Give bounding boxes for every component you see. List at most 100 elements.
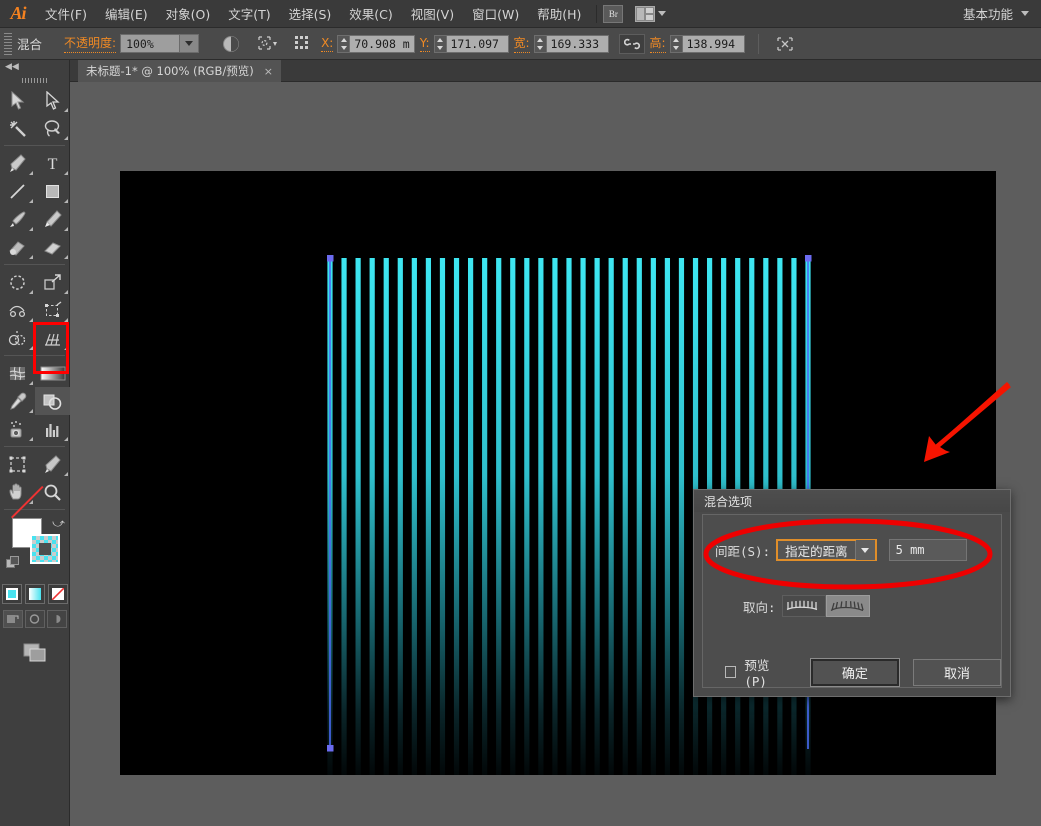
rotate-tool[interactable] [0, 268, 35, 296]
y-field[interactable]: 171.097 [433, 34, 509, 53]
eyedropper-tool[interactable] [0, 387, 35, 415]
tool-more-indicator [64, 108, 68, 112]
control-bar-grip[interactable] [4, 32, 12, 55]
chevron-down-icon[interactable] [855, 540, 875, 560]
blend-mode-icon[interactable] [219, 32, 243, 56]
menu-select[interactable]: 选择(S) [280, 0, 341, 28]
width-input[interactable]: 169.333 [546, 34, 609, 53]
ok-button[interactable]: 确定 [809, 657, 900, 687]
stroke-swatch[interactable] [30, 534, 60, 564]
cancel-button[interactable]: 取消 [912, 658, 1001, 686]
pen-tool[interactable] [0, 149, 35, 177]
drawing-mode-buttons [0, 610, 69, 628]
shape-builder-tool[interactable] [0, 324, 35, 352]
symbol-sprayer-tool[interactable] [0, 415, 35, 443]
blend-tool-highlight-annotation [33, 322, 69, 374]
x-stepper[interactable] [337, 34, 351, 53]
y-stepper[interactable] [433, 34, 447, 53]
height-stepper[interactable] [669, 34, 683, 53]
zoom-tool[interactable] [35, 478, 70, 506]
blob-brush-tool[interactable] [0, 233, 35, 261]
width-label: 宽: [513, 34, 530, 53]
blend-options-dialog[interactable]: 混合选项 间距(S): 指定的距离 5 mm 取向: 预览(P) 确定 取消 [693, 489, 1011, 697]
type-tool[interactable]: T [35, 149, 70, 177]
hand-tool[interactable] [0, 478, 35, 506]
x-field[interactable]: 70.908 m [337, 34, 415, 53]
paintbrush-tool[interactable] [0, 205, 35, 233]
blend-step-line [496, 258, 502, 775]
slice-tool[interactable] [35, 450, 70, 478]
direct-selection-tool[interactable] [35, 86, 70, 114]
workspace-switcher[interactable]: 基本功能 [963, 4, 1041, 23]
gradient-button[interactable] [24, 584, 45, 604]
x-input[interactable]: 70.908 m [350, 34, 415, 53]
artboard-tool[interactable] [0, 450, 35, 478]
menu-edit[interactable]: 编辑(E) [96, 0, 157, 28]
tool-more-indicator [64, 171, 68, 175]
spacing-distance-input[interactable]: 5 mm [888, 539, 967, 561]
menu-window[interactable]: 窗口(W) [463, 0, 528, 28]
draw-behind-button[interactable] [24, 610, 45, 628]
width-stepper[interactable] [533, 34, 547, 53]
close-icon[interactable]: × [264, 65, 273, 78]
go-to-bridge-button[interactable]: Br [603, 4, 624, 23]
opacity-dropdown-button[interactable] [180, 34, 200, 53]
selection-tool[interactable] [0, 86, 35, 114]
width-tool[interactable] [0, 296, 35, 324]
color-button[interactable] [1, 584, 22, 604]
align-options-icon[interactable] [255, 32, 279, 56]
opacity-input[interactable]: 100% [120, 34, 181, 53]
collapse-panel-button[interactable]: ◀◀ [0, 60, 69, 74]
swap-fill-stroke-icon[interactable]: ⤻ [52, 516, 65, 531]
draw-normal-button[interactable] [2, 610, 23, 628]
constrain-proportions-button[interactable] [618, 33, 645, 54]
height-input[interactable]: 138.994 [682, 34, 745, 53]
magic-wand-tool[interactable] [0, 114, 35, 142]
stroke-inner [39, 543, 51, 555]
eraser-tool[interactable] [35, 233, 70, 261]
default-fill-stroke-icon[interactable] [6, 556, 20, 570]
align-to-page-icon [786, 600, 817, 611]
spacing-row: 间距(S): 指定的距离 5 mm [715, 539, 967, 561]
y-input[interactable]: 171.097 [446, 34, 509, 53]
color-mode-buttons [0, 584, 69, 604]
document-tab-bar: 未标题-1* @ 100% (RGB/预览) × [70, 60, 1041, 82]
change-screen-mode-button[interactable] [0, 642, 69, 664]
tool-divider [4, 145, 65, 146]
mesh-tool[interactable] [0, 359, 35, 387]
width-field[interactable]: 169.333 [533, 34, 609, 53]
spacing-select[interactable]: 指定的距离 [776, 539, 877, 561]
isolate-selected-object-icon[interactable] [773, 32, 797, 56]
blend-step-line [383, 258, 389, 775]
lasso-tool[interactable] [35, 114, 70, 142]
menu-file[interactable]: 文件(F) [36, 0, 96, 28]
transform-grid-icon[interactable] [291, 32, 315, 56]
pencil-tool[interactable] [35, 205, 70, 233]
orientation-align-to-path-button[interactable] [825, 595, 870, 617]
menu-effect[interactable]: 效果(C) [340, 0, 401, 28]
rectangle-tool[interactable] [35, 177, 70, 205]
column-graph-tool[interactable] [35, 415, 70, 443]
blend-tool[interactable] [35, 387, 70, 415]
free-transform-tool[interactable] [35, 296, 70, 324]
menu-object[interactable]: 对象(O) [157, 0, 220, 28]
svg-text:T: T [48, 156, 58, 173]
menu-view[interactable]: 视图(V) [402, 0, 463, 28]
orientation-align-to-page-button[interactable] [781, 595, 826, 617]
blend-step-line [341, 258, 347, 775]
menu-help[interactable]: 帮助(H) [528, 0, 590, 28]
tool-more-indicator [64, 472, 68, 476]
opacity-label[interactable]: 不透明度: [64, 34, 117, 53]
canvas-area[interactable] [70, 82, 1041, 826]
arrange-documents-button[interactable] [635, 5, 667, 22]
draw-inside-button[interactable] [46, 610, 67, 628]
none-button[interactable] [47, 584, 68, 604]
height-field[interactable]: 138.994 [669, 34, 745, 53]
menu-type[interactable]: 文字(T) [219, 0, 279, 28]
document-tab[interactable]: 未标题-1* @ 100% (RGB/预览) × [78, 60, 281, 82]
line-segment-tool[interactable] [0, 177, 35, 205]
tools-panel-grip[interactable] [0, 74, 69, 86]
preview-checkbox[interactable] [725, 666, 737, 678]
scale-tool[interactable] [35, 268, 70, 296]
opacity-field[interactable]: 100% [120, 34, 200, 53]
